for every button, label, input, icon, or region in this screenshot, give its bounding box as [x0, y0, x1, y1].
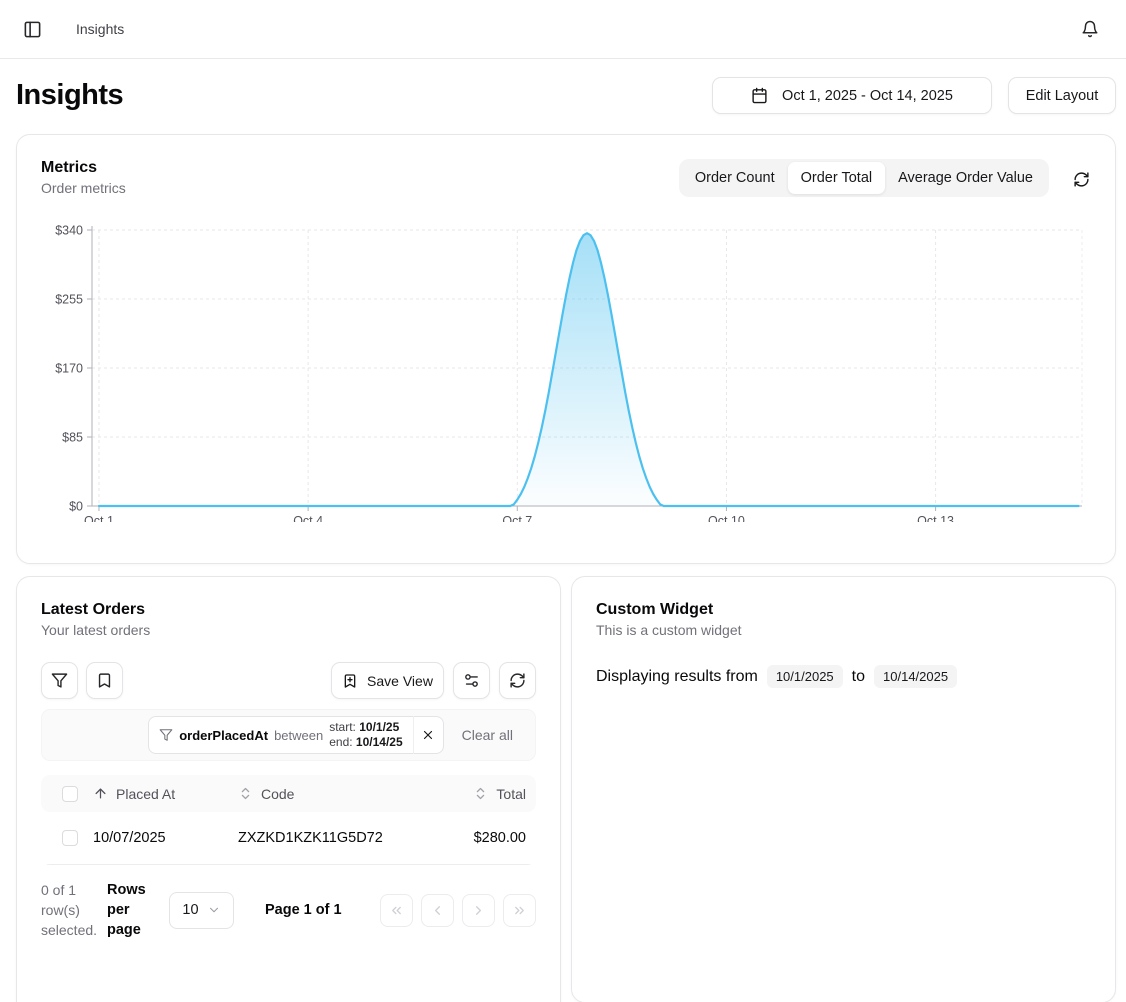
save-view-label: Save View	[367, 673, 433, 689]
sort-both-icon	[238, 786, 253, 801]
cell-code: ZXZKD1KZK11G5D72	[230, 830, 418, 846]
svg-text:$255: $255	[55, 293, 83, 307]
from-date-chip: 10/1/2025	[767, 665, 843, 688]
save-view-button[interactable]: Save View	[331, 662, 444, 699]
metric-segmented-control: Order Count Order Total Average Order Va…	[679, 159, 1049, 197]
orders-table: Placed At Code Total 10/07/2025 ZXZKD1KZ…	[41, 775, 536, 865]
calendar-icon	[751, 87, 768, 104]
date-range-label: Oct 1, 2025 - Oct 14, 2025	[782, 88, 953, 104]
latest-orders-title: Latest Orders	[41, 601, 536, 619]
to-date-chip: 10/14/2025	[874, 665, 957, 688]
filter-end-label: end:	[329, 735, 352, 749]
rows-selected-text: 0 of 1 row(s) selected.	[41, 880, 105, 940]
sort-asc-icon	[93, 786, 108, 801]
tab-order-total[interactable]: Order Total	[788, 162, 885, 194]
svg-text:Oct 1: Oct 1	[84, 514, 114, 522]
settings-sliders-icon	[463, 672, 480, 689]
metrics-card: Metrics Order metrics Order Count Order …	[16, 134, 1116, 564]
svg-text:$340: $340	[55, 224, 83, 238]
table-row[interactable]: 10/07/2025 ZXZKD1KZK11G5D72 $280.00	[41, 812, 536, 865]
svg-text:Oct 4: Oct 4	[293, 514, 323, 522]
svg-text:Oct 10: Oct 10	[708, 514, 745, 522]
filter-chip-order-placed-at[interactable]: orderPlacedAt between start: 10/1/25 end…	[148, 716, 443, 754]
close-icon	[421, 728, 435, 742]
column-header-placed-at[interactable]: Placed At	[85, 786, 230, 802]
svg-text:$170: $170	[55, 362, 83, 376]
clear-all-filters-button[interactable]: Clear all	[462, 727, 513, 743]
column-header-total[interactable]: Total	[418, 786, 536, 802]
filter-field: orderPlacedAt	[179, 728, 268, 743]
top-bar: Insights	[0, 0, 1126, 59]
custom-widget-title: Custom Widget	[596, 601, 1091, 619]
to-word: to	[852, 668, 865, 686]
tab-average-order-value[interactable]: Average Order Value	[885, 162, 1046, 194]
sort-both-icon	[473, 786, 488, 801]
orders-refresh-button[interactable]	[499, 662, 536, 699]
rows-per-page-label: Rows per page	[107, 880, 157, 940]
bell-icon	[1081, 20, 1099, 38]
order-total-area-chart[interactable]: $0 $85 $170 $255 $340 Oct 1 Oct 4 Oct 7 Oct 10 Oc…	[33, 217, 1101, 527]
saved-views-button[interactable]	[86, 662, 123, 699]
custom-widget-body: Displaying results from 10/1/2025 to 10/…	[596, 665, 1091, 688]
edit-layout-label: Edit Layout	[1026, 88, 1099, 104]
remove-filter-button[interactable]	[413, 716, 443, 754]
cell-total: $280.00	[418, 830, 536, 846]
rows-per-page-value: 10	[182, 902, 198, 918]
filter-range: start: 10/1/25 end: 10/14/25	[329, 720, 402, 750]
first-page-button[interactable]	[380, 894, 413, 927]
active-filters-bar: orderPlacedAt between start: 10/1/25 end…	[41, 709, 536, 761]
rows-per-page-select[interactable]: 10	[169, 892, 234, 929]
breadcrumb: Insights	[76, 21, 124, 37]
chevron-right-icon	[471, 903, 486, 918]
orders-toolbar: Save View	[41, 662, 536, 699]
chevron-left-icon	[430, 903, 445, 918]
filter-button[interactable]	[41, 662, 78, 699]
page-title: Insights	[16, 79, 123, 112]
tab-order-count[interactable]: Order Count	[682, 162, 788, 194]
latest-orders-subtitle: Your latest orders	[41, 622, 536, 638]
filter-start-value: 10/1/25	[359, 720, 399, 734]
refresh-icon	[509, 672, 526, 689]
filter-start-label: start:	[329, 720, 356, 734]
chevron-down-icon	[207, 903, 221, 917]
page-header: Insights Oct 1, 2025 - Oct 14, 2025 Edit…	[0, 59, 1126, 134]
select-all-checkbox[interactable]	[62, 786, 78, 802]
svg-text:Oct 13: Oct 13	[917, 514, 954, 522]
metrics-subtitle: Order metrics	[41, 180, 126, 196]
svg-text:$0: $0	[69, 500, 83, 514]
previous-page-button[interactable]	[421, 894, 454, 927]
cell-placed-at: 10/07/2025	[85, 830, 230, 846]
edit-layout-button[interactable]: Edit Layout	[1008, 77, 1116, 114]
date-range-picker-button[interactable]: Oct 1, 2025 - Oct 14, 2025	[712, 77, 992, 114]
orders-table-header: Placed At Code Total	[41, 775, 536, 812]
notifications-button[interactable]	[1074, 13, 1106, 45]
svg-text:Oct 7: Oct 7	[502, 514, 532, 522]
chevrons-right-icon	[512, 903, 527, 918]
metrics-refresh-button[interactable]	[1071, 169, 1091, 189]
results-text: Displaying results from	[596, 668, 758, 686]
sidebar-toggle-button[interactable]	[16, 13, 48, 45]
custom-widget-subtitle: This is a custom widget	[596, 622, 1091, 638]
row-checkbox[interactable]	[62, 830, 78, 846]
pagination: 0 of 1 row(s) selected. Rows per page 10…	[41, 880, 536, 940]
bookmark-plus-icon	[342, 673, 358, 689]
filter-operator: between	[274, 728, 323, 743]
bookmark-icon	[96, 672, 113, 689]
next-page-button[interactable]	[462, 894, 495, 927]
chevrons-left-icon	[389, 903, 404, 918]
funnel-icon	[51, 672, 68, 689]
svg-text:$85: $85	[62, 431, 83, 445]
refresh-icon	[1073, 171, 1090, 188]
last-page-button[interactable]	[503, 894, 536, 927]
funnel-icon	[159, 728, 173, 742]
column-header-code[interactable]: Code	[230, 786, 418, 802]
page-info: Page 1 of 1	[265, 902, 342, 918]
custom-widget-card: Custom Widget This is a custom widget Di…	[571, 576, 1116, 1002]
filter-end-value: 10/14/25	[356, 735, 403, 749]
view-options-button[interactable]	[453, 662, 490, 699]
latest-orders-card: Latest Orders Your latest orders Save Vi…	[16, 576, 561, 1002]
metrics-title: Metrics	[41, 159, 126, 177]
panel-left-icon	[23, 20, 42, 39]
